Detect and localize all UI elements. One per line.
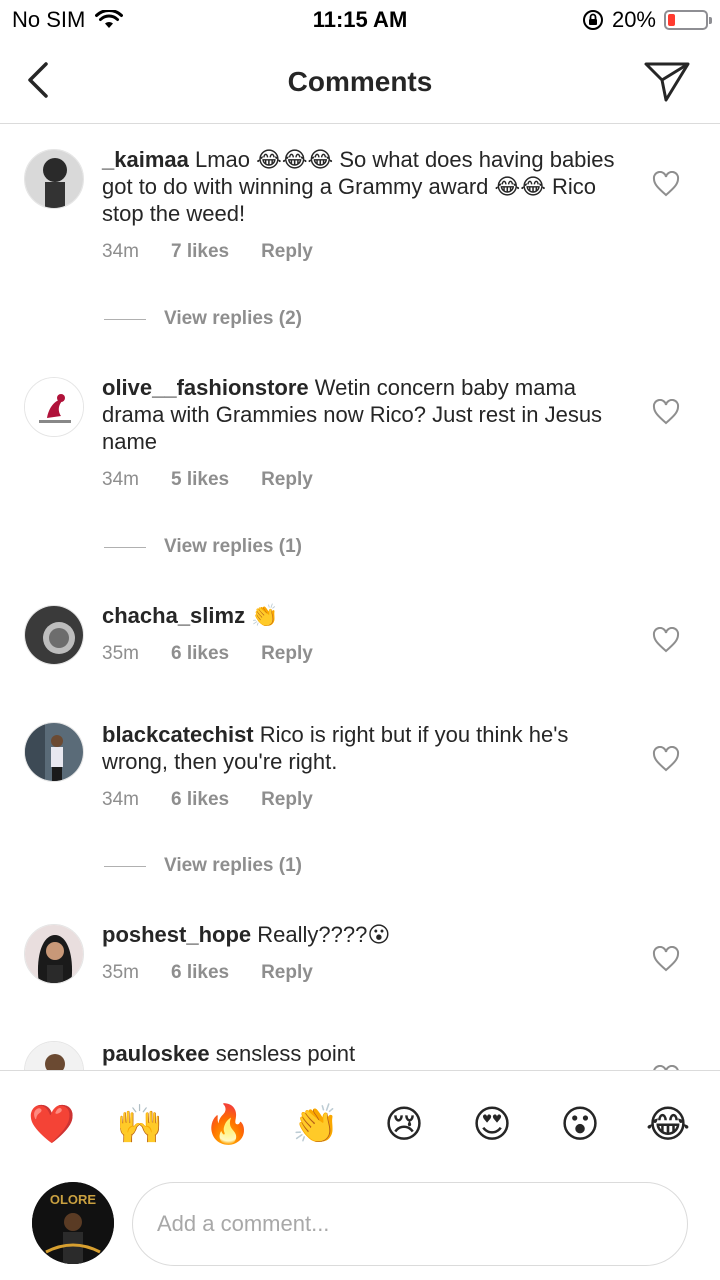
divider-line (104, 546, 146, 548)
avatar[interactable] (24, 149, 84, 209)
user-avatar: OLORE (32, 1182, 114, 1264)
emoji-surprised-button[interactable]: 😮 (556, 1101, 604, 1149)
comment-meta: 34m 6 likes Reply (102, 789, 313, 811)
comment-username[interactable]: pauloskee (102, 1041, 210, 1066)
heart-icon[interactable] (652, 171, 680, 197)
comment-time: 34m (102, 241, 139, 262)
comment-likes[interactable]: 6 likes (171, 789, 229, 811)
comment-content: Really????😮 (251, 922, 391, 947)
comment-meta: 35m 6 likes Reply (102, 962, 313, 984)
reply-button[interactable]: Reply (261, 469, 313, 491)
view-replies-label: View replies (2) (164, 308, 302, 329)
emoji-heart-button[interactable]: ❤️ (28, 1101, 76, 1149)
emoji-laughing-button[interactable]: 😂 (644, 1101, 692, 1149)
emoji-clap-button[interactable]: 👏 (292, 1101, 340, 1149)
comment-meta: 34m 7 likes Reply (102, 241, 313, 263)
comment-username[interactable]: olive__fashionstore (102, 375, 309, 400)
avatar-logo-text: OLORE (50, 1192, 97, 1207)
page-title: Comments (287, 66, 433, 97)
heart-icon[interactable] (652, 627, 680, 653)
comment-time: 35m (102, 643, 139, 664)
view-replies-button[interactable]: View replies (2) (104, 308, 302, 330)
emoji-heart-eyes-button[interactable]: 😍 (468, 1101, 516, 1149)
comment-text: olive__fashionstore Wetin concern baby m… (102, 374, 622, 455)
nav-bar: Comments (0, 40, 720, 124)
battery-fill (668, 14, 676, 26)
reply-button[interactable]: Reply (261, 241, 313, 263)
comment-username[interactable]: _kaimaa (102, 147, 189, 172)
comment-likes[interactable]: 7 likes (171, 241, 229, 263)
battery-icon (664, 10, 712, 30)
comment-text: blackcatechist Rico is right but if you … (102, 721, 622, 775)
view-replies-button[interactable]: View replies (1) (104, 536, 302, 558)
comment-time: 34m (102, 789, 139, 810)
comment-text: pauloskee sensless point (102, 1040, 622, 1067)
view-replies-button[interactable]: View replies (1) (104, 855, 302, 877)
comment-content: 👏 (245, 603, 279, 628)
status-bar: No SIM 11:15 AM 20% (0, 0, 720, 40)
comment-likes[interactable]: 6 likes (171, 643, 229, 665)
divider-line (104, 318, 146, 320)
comment-meta: 34m 5 likes Reply (102, 469, 313, 491)
comment-likes[interactable]: 5 likes (171, 469, 229, 491)
comment-input[interactable] (132, 1182, 688, 1266)
comment-time: 34m (102, 469, 139, 490)
comment-username[interactable]: chacha_slimz (102, 603, 245, 628)
comment-time: 35m (102, 962, 139, 983)
reply-button[interactable]: Reply (261, 643, 313, 665)
comment-username[interactable]: poshest_hope (102, 922, 251, 947)
emoji-bar: ❤️ 🙌 🔥 👏 😢 😍 😮 😂 (0, 1070, 720, 1174)
comment-text: _kaimaa Lmao 😂😂😂 So what does having bab… (102, 146, 622, 227)
comment-content: sensless point (209, 1041, 356, 1066)
orientation-lock-icon (582, 10, 603, 30)
avatar[interactable] (24, 924, 84, 984)
battery-percent: 20% (611, 7, 656, 32)
comment-text: chacha_slimz 👏 (102, 602, 622, 629)
comments-list[interactable]: _kaimaa Lmao 😂😂😂 So what does having bab… (0, 125, 720, 1070)
reply-button[interactable]: Reply (261, 962, 313, 984)
reply-button[interactable]: Reply (261, 789, 313, 811)
emoji-fire-button[interactable]: 🔥 (204, 1101, 252, 1149)
status-right: 20% (582, 7, 712, 33)
divider-line (104, 865, 146, 867)
comment-meta: 35m 6 likes Reply (102, 643, 313, 665)
heart-icon[interactable] (652, 746, 680, 772)
emoji-crying-button[interactable]: 😢 (380, 1101, 428, 1149)
avatar[interactable] (24, 605, 84, 665)
comment-composer: OLORE (0, 1174, 720, 1280)
comment-username[interactable]: blackcatechist (102, 722, 254, 747)
avatar[interactable] (24, 377, 84, 437)
view-replies-label: View replies (1) (164, 855, 302, 876)
comment-text: poshest_hope Really????😮 (102, 921, 622, 948)
view-replies-label: View replies (1) (164, 536, 302, 557)
heart-icon[interactable] (652, 399, 680, 425)
heart-icon[interactable] (652, 946, 680, 972)
emoji-raised-hands-button[interactable]: 🙌 (116, 1101, 164, 1149)
avatar[interactable] (24, 1041, 84, 1070)
avatar[interactable] (24, 722, 84, 782)
paper-plane-icon[interactable] (642, 56, 692, 106)
comment-likes[interactable]: 6 likes (171, 962, 229, 984)
